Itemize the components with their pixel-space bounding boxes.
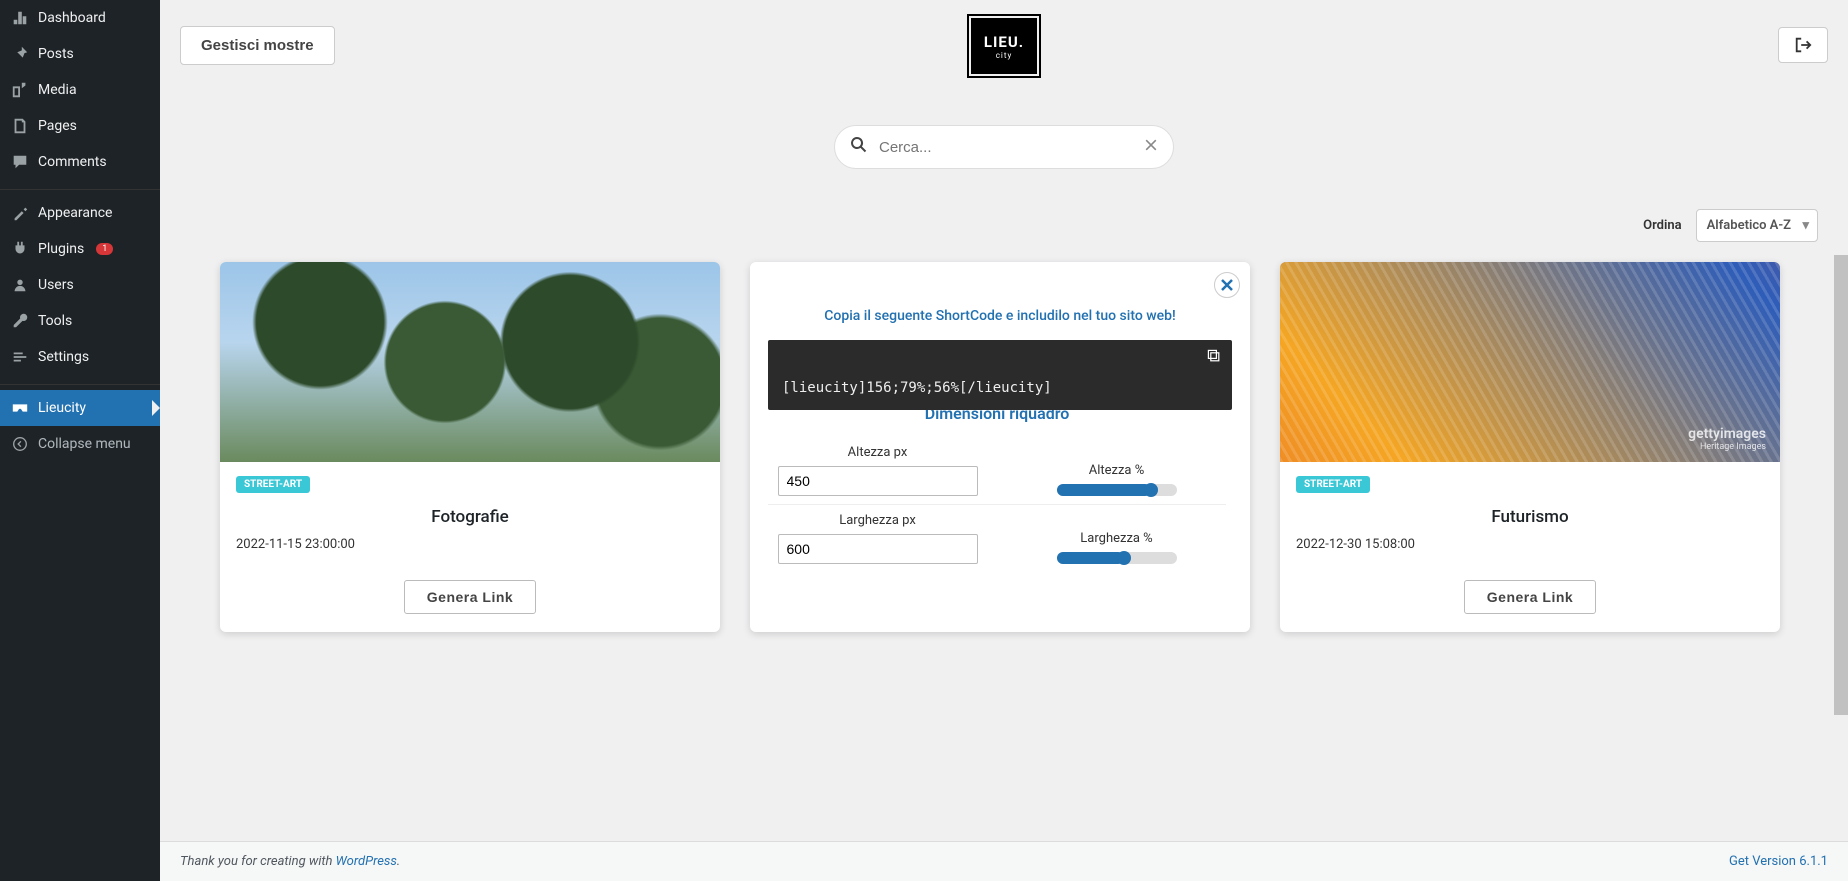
topbar: Gestisci mostre LIEU. city (180, 0, 1828, 75)
category-tag: STREET-ART (1296, 476, 1370, 493)
sidebar-item-label: Collapse menu (38, 436, 131, 452)
exhibit-card: STREET-ART Fotografie 2022-11-15 23:00:0… (220, 262, 720, 632)
shortcode-text: [lieucity]156;79%;56%[/lieucity] (782, 380, 1052, 396)
comments-icon (10, 152, 30, 172)
sidebar-item-label: Tools (38, 313, 72, 329)
altezza-pct-label: Altezza % (1089, 463, 1145, 478)
larghezza-pct-slider[interactable] (1057, 552, 1177, 564)
dimensions-title: Dimensioni riquadro (768, 410, 1226, 423)
sort-row: Ordina Alfabetico A-Z (180, 209, 1828, 242)
logout-button[interactable] (1778, 27, 1828, 63)
sidebar-item-label: Dashboard (38, 10, 106, 26)
footer-thanks-suffix: . (397, 854, 400, 869)
sidebar-separator (0, 185, 160, 190)
admin-footer: Thank you for creating with WordPress. G… (160, 841, 1848, 881)
sidebar-item-label: Posts (38, 46, 74, 62)
vr-icon (10, 398, 30, 418)
logout-icon (1794, 36, 1812, 54)
sidebar-item-label: Comments (38, 154, 107, 170)
sidebar-item-pages[interactable]: Pages (0, 108, 160, 144)
dimensions-section[interactable]: Dimensioni riquadro Altezza px Altezza % (768, 410, 1232, 600)
clear-search-button[interactable] (1143, 137, 1159, 157)
update-badge: 1 (96, 243, 113, 255)
card-date: 2022-11-15 23:00:00 (236, 537, 704, 552)
main-content: Gestisci mostre LIEU. city Ordina Alfabe… (160, 0, 1848, 841)
wordpress-link[interactable]: WordPress (336, 854, 397, 869)
sidebar-item-users[interactable]: Users (0, 267, 160, 303)
search-input[interactable] (879, 139, 1143, 156)
sidebar-item-settings[interactable]: Settings (0, 339, 160, 375)
generate-link-button[interactable]: Genera Link (404, 580, 536, 614)
wrench-icon (10, 311, 30, 331)
copy-icon (1206, 348, 1222, 364)
brand-logo: LIEU. city (971, 18, 1037, 74)
collapse-icon (10, 434, 30, 454)
sidebar-item-plugins[interactable]: Plugins 1 (0, 231, 160, 267)
larghezza-pct-label: Larghezza % (1080, 531, 1152, 546)
sidebar-item-label: Media (38, 82, 77, 98)
manage-exhibits-button[interactable]: Gestisci mostre (180, 26, 335, 65)
image-watermark: gettyimages Heritage Images (1688, 426, 1766, 452)
sidebar-item-appearance[interactable]: Appearance (0, 195, 160, 231)
sidebar-item-label: Settings (38, 349, 89, 365)
altezza-px-input[interactable] (778, 466, 978, 496)
sidebar-item-label: Pages (38, 118, 77, 134)
cards-grid: STREET-ART Fotografie 2022-11-15 23:00:0… (180, 252, 1828, 642)
brush-icon (10, 203, 30, 223)
sliders-icon (10, 347, 30, 367)
sidebar-collapse[interactable]: Collapse menu (0, 426, 160, 462)
altezza-px-label: Altezza px (848, 445, 908, 460)
modal-hint: Copia il seguente ShortCode e includilo … (768, 308, 1232, 324)
pin-icon (10, 44, 30, 64)
plug-icon (10, 239, 30, 259)
admin-sidebar: Dashboard Posts Media Pages Comments App… (0, 0, 160, 881)
category-tag: STREET-ART (236, 476, 310, 493)
dashboard-icon (10, 8, 30, 28)
sidebar-item-label: Lieucity (38, 400, 86, 416)
sidebar-separator (0, 380, 160, 385)
card-title: Futurismo (1296, 507, 1764, 527)
search-row (180, 125, 1828, 169)
shortcode-modal: Copia il seguente ShortCode e includilo … (750, 262, 1250, 632)
sidebar-item-media[interactable]: Media (0, 72, 160, 108)
search-icon (849, 135, 869, 159)
card-image (220, 262, 720, 462)
footer-thanks-prefix: Thank you for creating with (180, 854, 336, 869)
media-icon (10, 80, 30, 100)
user-icon (10, 275, 30, 295)
sort-select[interactable]: Alfabetico A-Z (1696, 209, 1818, 242)
version-link[interactable]: Get Version 6.1.1 (1729, 854, 1828, 869)
close-modal-button[interactable] (1214, 272, 1240, 298)
sidebar-item-dashboard[interactable]: Dashboard (0, 0, 160, 36)
sidebar-item-label: Appearance (38, 205, 112, 221)
content-scrollbar[interactable] (1834, 255, 1848, 715)
exhibit-card: gettyimages Heritage Images STREET-ART F… (1280, 262, 1780, 632)
pages-icon (10, 116, 30, 136)
sidebar-item-lieucity[interactable]: Lieucity (0, 390, 160, 426)
search-box (834, 125, 1174, 169)
close-icon (1221, 279, 1233, 291)
sidebar-item-label: Users (38, 277, 74, 293)
generate-link-button[interactable]: Genera Link (1464, 580, 1596, 614)
sidebar-item-tools[interactable]: Tools (0, 303, 160, 339)
copy-button[interactable] (1206, 348, 1224, 366)
sidebar-item-label: Plugins (38, 241, 84, 257)
larghezza-px-input[interactable] (778, 534, 978, 564)
sidebar-item-posts[interactable]: Posts (0, 36, 160, 72)
altezza-pct-slider[interactable] (1057, 484, 1177, 496)
sidebar-item-comments[interactable]: Comments (0, 144, 160, 180)
sort-label: Ordina (1643, 218, 1681, 233)
shortcode-box: [lieucity]156;79%;56%[/lieucity] (768, 340, 1232, 410)
card-title: Fotografie (236, 507, 704, 527)
card-date: 2022-12-30 15:08:00 (1296, 537, 1764, 552)
larghezza-px-label: Larghezza px (839, 513, 916, 528)
card-image: gettyimages Heritage Images (1280, 262, 1780, 462)
